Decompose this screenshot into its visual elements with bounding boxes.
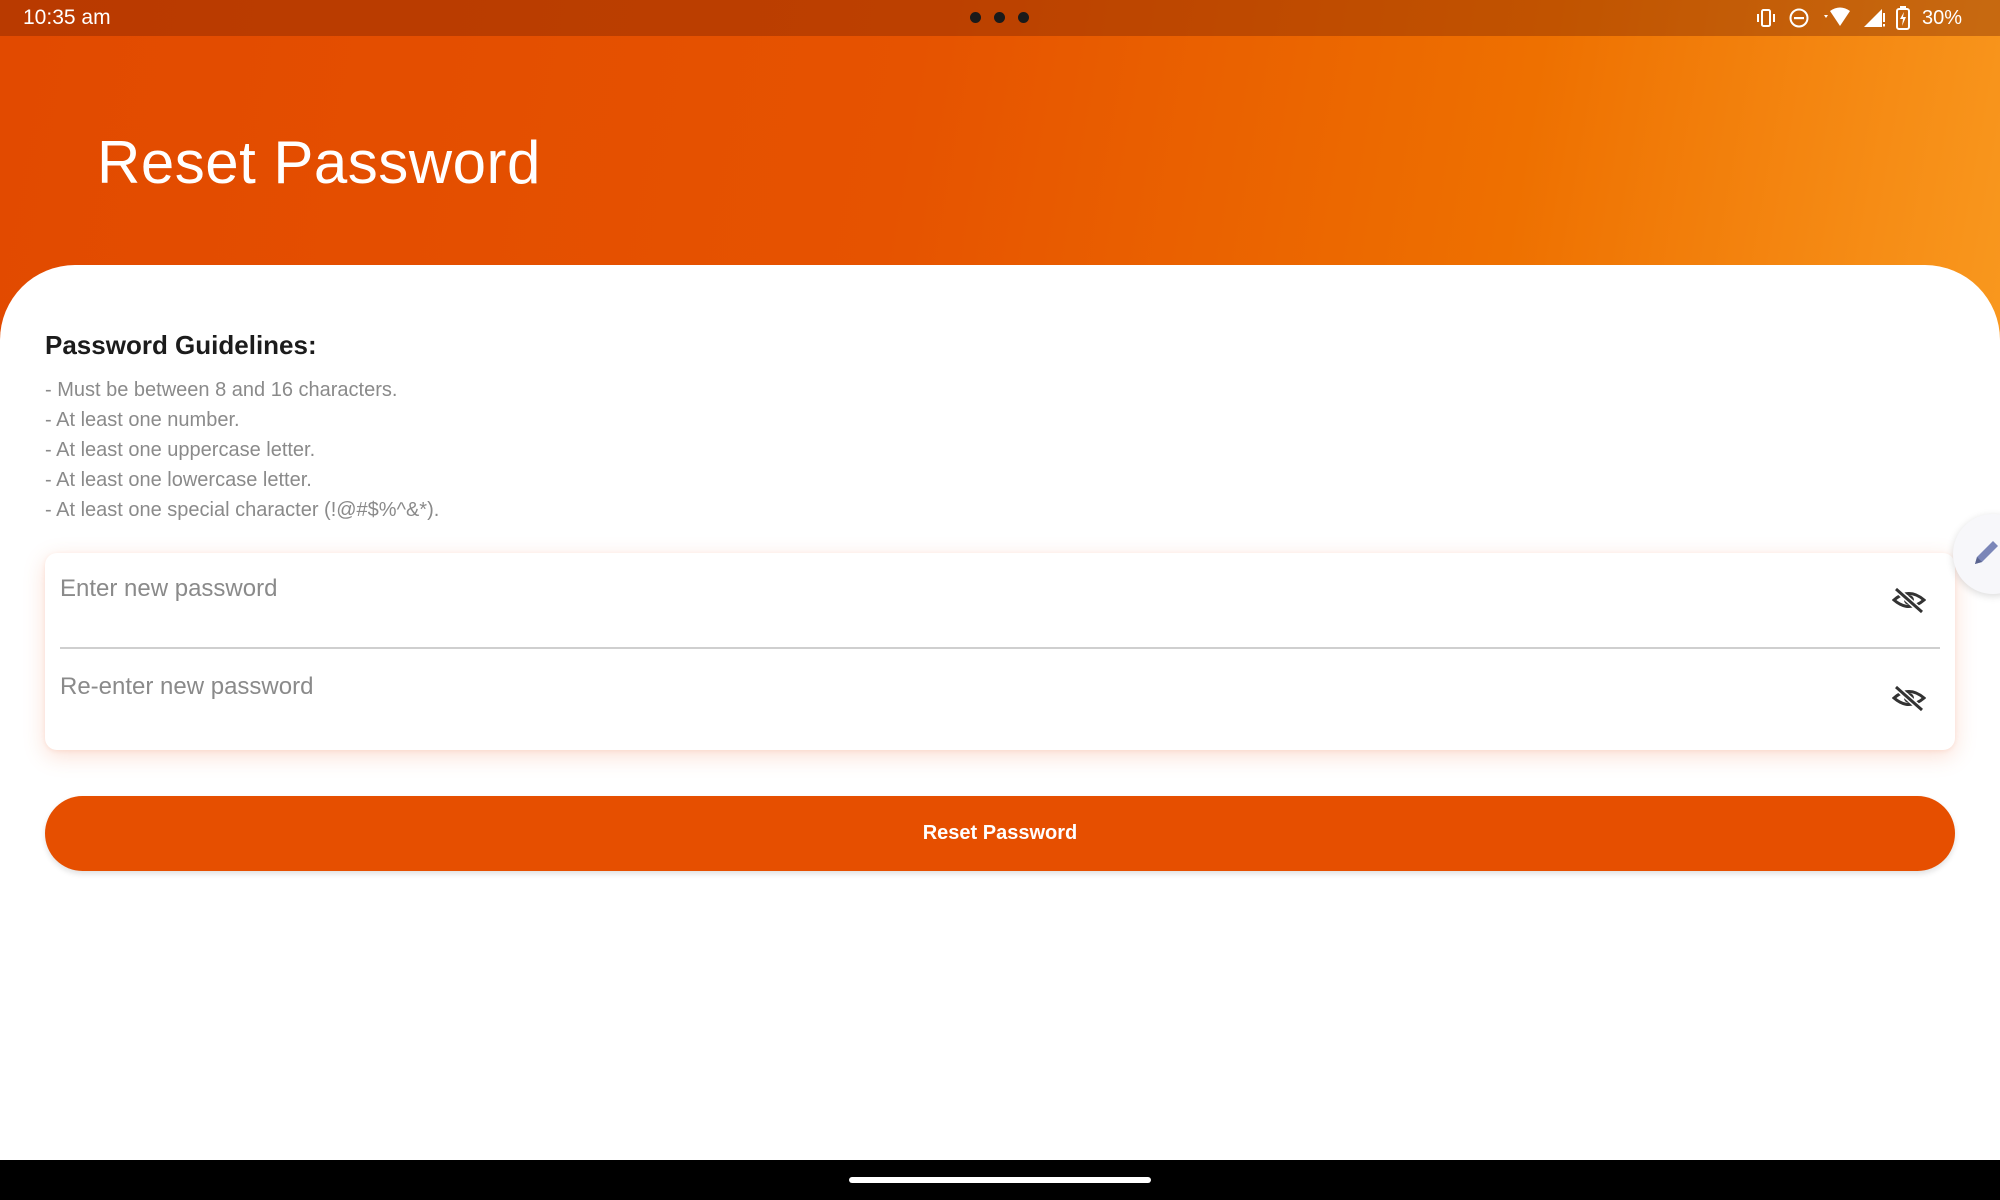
battery-icon bbox=[1895, 6, 1910, 30]
pencil-icon bbox=[1975, 541, 1998, 564]
status-time: 10:35 am bbox=[23, 6, 111, 29]
eye-off-icon bbox=[1892, 586, 1926, 614]
battery-percentage: 30% bbox=[1921, 6, 1962, 29]
status-icons: 30% bbox=[1754, 5, 1962, 31]
new-password-field bbox=[60, 541, 1940, 649]
guideline-item: - At least one special character (!@#$%^… bbox=[45, 499, 440, 521]
eye-off-icon bbox=[1892, 684, 1926, 712]
guidelines-list: - Must be between 8 and 16 characters. -… bbox=[45, 375, 439, 525]
toggle-visibility-new-password[interactable] bbox=[1892, 583, 1926, 617]
camera-dot bbox=[970, 12, 981, 23]
do-not-disturb-icon bbox=[1788, 7, 1810, 29]
guideline-item: - At least one lowercase letter. bbox=[45, 469, 312, 491]
signal-icon bbox=[1862, 7, 1886, 29]
guideline-item: - Must be between 8 and 16 characters. bbox=[45, 379, 398, 401]
guideline-item: - At least one uppercase letter. bbox=[45, 439, 316, 461]
status-bar: 10:35 am 30% bbox=[0, 0, 2000, 36]
wifi-icon bbox=[1820, 7, 1852, 29]
camera-cutout bbox=[970, 12, 1029, 23]
guideline-item: - At least one number. bbox=[45, 409, 240, 431]
vibrate-icon bbox=[1754, 8, 1778, 28]
reset-password-screen: 10:35 am 30% Reset Password Password Gui… bbox=[0, 0, 2000, 1200]
camera-dot bbox=[994, 12, 1005, 23]
new-password-input[interactable] bbox=[60, 541, 1840, 637]
page-title: Reset Password bbox=[97, 129, 541, 196]
camera-dot bbox=[1018, 12, 1029, 23]
guidelines-title: Password Guidelines: bbox=[45, 330, 317, 360]
confirm-password-field bbox=[60, 639, 1940, 747]
reset-password-button[interactable]: Reset Password bbox=[45, 796, 1955, 871]
navigation-bar bbox=[0, 1160, 2000, 1200]
home-gesture-handle[interactable] bbox=[849, 1177, 1151, 1183]
toggle-visibility-confirm-password[interactable] bbox=[1892, 681, 1926, 715]
password-form bbox=[45, 541, 1955, 750]
confirm-password-input[interactable] bbox=[60, 639, 1840, 735]
